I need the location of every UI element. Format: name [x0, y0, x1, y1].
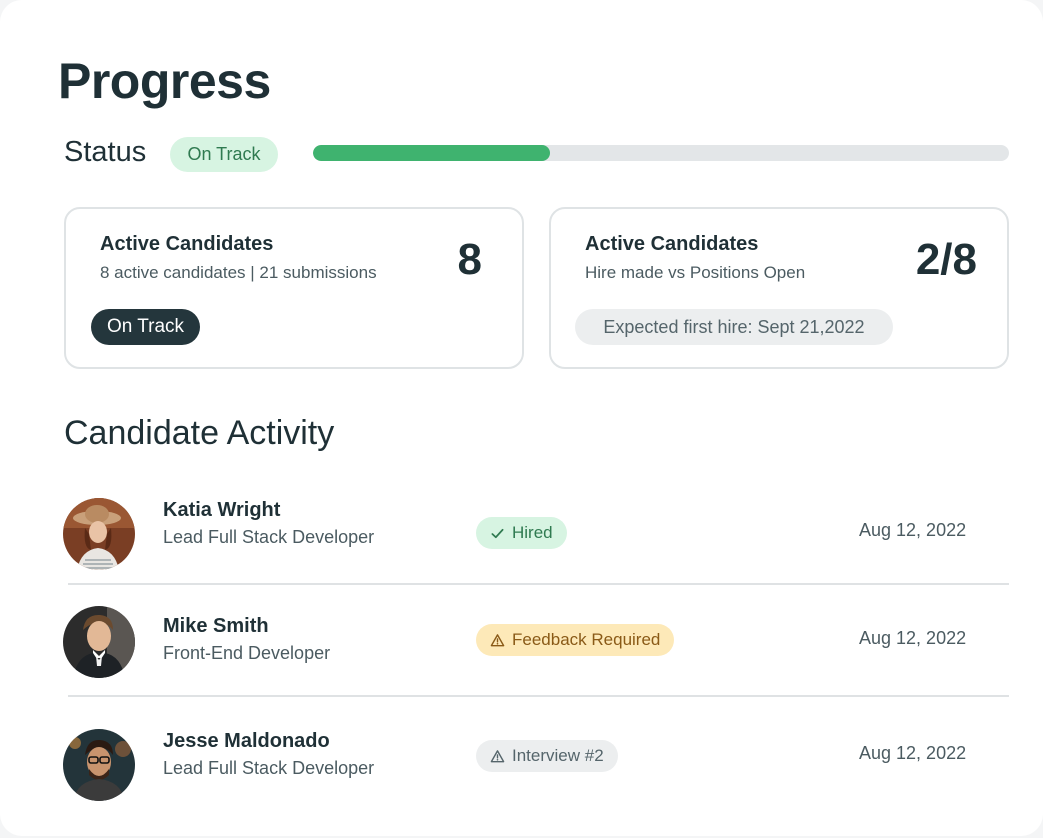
stat-subtitle: Hire made vs Positions Open	[585, 263, 806, 282]
avatar	[63, 498, 135, 570]
status-badge: Feedback Required	[476, 624, 675, 656]
divider	[68, 695, 1009, 697]
list-item[interactable]: Mike Smith Front-End Developer Feedback …	[0, 588, 1043, 688]
status-label: Interview #2	[512, 746, 604, 765]
activity-date: Aug 12, 2022	[859, 520, 967, 540]
stat-value: 8	[457, 235, 482, 284]
progress-bar-fill	[313, 145, 550, 161]
status-label: Status	[64, 136, 147, 168]
avatar-photo-icon	[63, 729, 135, 801]
page-title: Progress	[58, 53, 271, 109]
progress-card: Progress Status On Track Active Candidat…	[0, 0, 1043, 836]
list-item[interactable]: Jesse Maldonado Lead Full Stack Develope…	[0, 710, 1043, 810]
avatar	[63, 729, 135, 801]
active-candidates-card: Active Candidates 8 active candidates | …	[64, 207, 524, 369]
candidate-name: Katia Wright	[163, 499, 281, 521]
status-badge: On Track	[170, 137, 278, 172]
candidate-role: Lead Full Stack Developer	[163, 527, 375, 547]
status-badge: Hired	[476, 517, 567, 549]
check-icon	[491, 528, 504, 538]
avatar-photo-icon	[63, 498, 135, 570]
activity-date: Aug 12, 2022	[859, 743, 967, 763]
warning-icon	[490, 633, 505, 646]
stat-title: Active Candidates	[100, 233, 274, 255]
status-label: Feedback Required	[512, 630, 661, 649]
stat-value: 2/8	[915, 235, 977, 284]
avatar	[63, 606, 135, 678]
hires-card: Active Candidates Hire made vs Positions…	[549, 207, 1009, 369]
candidate-name: Mike Smith	[163, 615, 269, 637]
avatar-photo-icon	[63, 606, 135, 678]
warning-icon	[490, 749, 505, 762]
on-track-badge: On Track	[91, 309, 200, 345]
candidate-activity-title: Candidate Activity	[64, 414, 335, 452]
status-label: Hired	[512, 523, 553, 542]
activity-date: Aug 12, 2022	[859, 628, 967, 648]
progress-bar	[313, 145, 1009, 161]
stat-title: Active Candidates	[585, 233, 759, 255]
divider	[68, 583, 1009, 585]
stat-subtitle: 8 active candidates | 21 submissions	[100, 263, 377, 282]
expected-hire-badge: Expected first hire: Sept 21,2022	[575, 309, 893, 345]
candidate-name: Jesse Maldonado	[163, 730, 330, 752]
status-badge: Interview #2	[476, 740, 618, 772]
list-item[interactable]: Katia Wright Lead Full Stack Developer H…	[0, 480, 1043, 580]
candidate-role: Front-End Developer	[163, 643, 331, 663]
candidate-role: Lead Full Stack Developer	[163, 758, 375, 778]
